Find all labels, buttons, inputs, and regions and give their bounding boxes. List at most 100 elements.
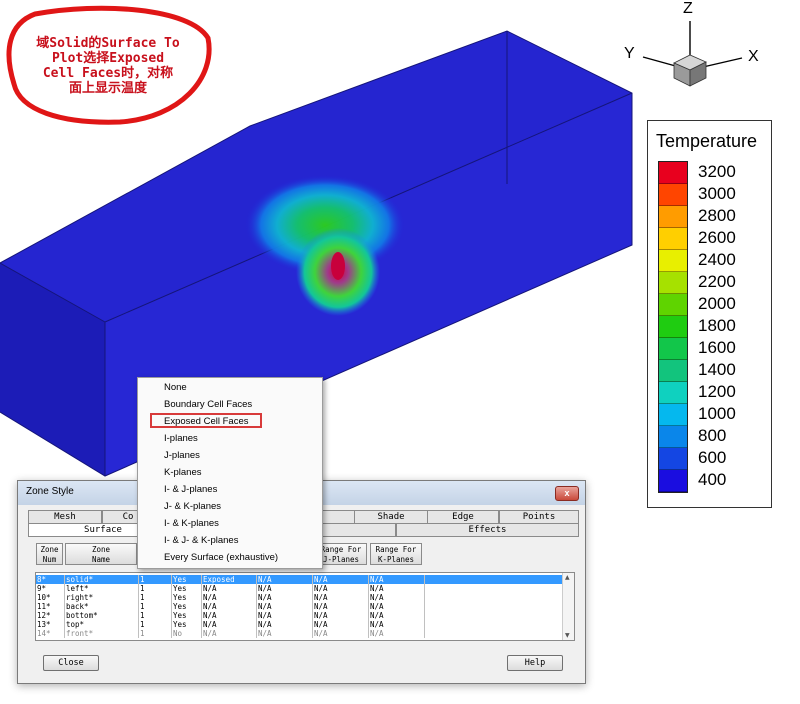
column-label: Name: [91, 555, 111, 564]
table-row[interactable]: 8* solid* 1 Yes Exposed N/A N/A N/A: [36, 575, 562, 584]
table-cell[interactable]: Yes: [172, 575, 202, 584]
column-label: Zone: [40, 545, 59, 554]
table-cell[interactable]: back*: [65, 602, 139, 611]
menu-item[interactable]: Every Surface (exhaustive): [164, 552, 278, 563]
zone-table[interactable]: 8* solid* 1 Yes Exposed N/A N/A N/A 9* left* 1 Yes N…: [35, 572, 575, 641]
table-cell[interactable]: Exposed: [202, 575, 257, 584]
table-cell[interactable]: N/A: [257, 620, 313, 629]
table-scrollbar[interactable]: ▲ ▼: [562, 573, 574, 640]
tab-hidden[interactable]: [320, 510, 355, 524]
tab-shade[interactable]: Shade: [354, 510, 428, 524]
table-cell[interactable]: 1: [139, 602, 172, 611]
tab-hidden-2[interactable]: [320, 523, 396, 537]
annotation-line: Plot选择Exposed: [51, 51, 165, 66]
tab-mesh[interactable]: Mesh: [28, 510, 102, 524]
table-cell[interactable]: left*: [65, 584, 139, 593]
scroll-down-icon[interactable]: ▼: [565, 632, 570, 639]
table-cell[interactable]: solid*: [65, 575, 139, 584]
table-cell[interactable]: Yes: [172, 620, 202, 629]
table-cell[interactable]: N/A: [369, 593, 425, 602]
menu-item[interactable]: None: [164, 382, 187, 393]
table-cell[interactable]: Yes: [172, 584, 202, 593]
menu-item[interactable]: I- & K-planes: [164, 518, 219, 529]
menu-item[interactable]: K-planes: [164, 467, 202, 478]
table-row[interactable]: 14* front* 1 No N/A N/A N/A N/A: [36, 629, 562, 638]
table-row[interactable]: 13* top* 1 Yes N/A N/A N/A N/A: [36, 620, 562, 629]
table-row[interactable]: 9* left* 1 Yes N/A N/A N/A N/A: [36, 584, 562, 593]
close-button[interactable]: Close: [43, 655, 99, 671]
table-cell[interactable]: 1: [139, 629, 172, 638]
table-cell[interactable]: N/A: [369, 629, 425, 638]
table-cell[interactable]: N/A: [202, 593, 257, 602]
table-cell[interactable]: N/A: [313, 629, 369, 638]
legend-color-swatch: [659, 294, 687, 316]
legend-title: Temperature: [656, 131, 758, 151]
table-cell[interactable]: 13*: [36, 620, 65, 629]
temperature-legend[interactable]: Temperature 3200 3000 2800 2600 2400 2200 2000…: [647, 120, 772, 508]
table-cell[interactable]: 1: [139, 584, 172, 593]
table-cell[interactable]: N/A: [313, 611, 369, 620]
table-cell[interactable]: No: [172, 629, 202, 638]
legend-color-swatch: [659, 162, 687, 184]
table-cell[interactable]: N/A: [257, 575, 313, 584]
table-cell[interactable]: N/A: [202, 620, 257, 629]
table-cell[interactable]: N/A: [257, 629, 313, 638]
table-cell[interactable]: 9*: [36, 584, 65, 593]
table-cell[interactable]: N/A: [257, 602, 313, 611]
table-cell[interactable]: 1: [139, 593, 172, 602]
menu-item[interactable]: I- & J- & K-planes: [164, 535, 238, 546]
table-cell[interactable]: Yes: [172, 611, 202, 620]
table-cell[interactable]: bottom*: [65, 611, 139, 620]
table-cell[interactable]: front*: [65, 629, 139, 638]
column-zone-name[interactable]: Zone Name: [65, 543, 137, 565]
table-cell[interactable]: 12*: [36, 611, 65, 620]
table-cell[interactable]: 14*: [36, 629, 65, 638]
table-cell[interactable]: Yes: [172, 602, 202, 611]
table-row[interactable]: 11* back* 1 Yes N/A N/A N/A N/A: [36, 602, 562, 611]
table-row[interactable]: 12* bottom* 1 Yes N/A N/A N/A N/A: [36, 611, 562, 620]
table-cell[interactable]: N/A: [369, 575, 425, 584]
tab-edge[interactable]: Edge: [427, 510, 499, 524]
menu-item[interactable]: J-planes: [164, 450, 200, 461]
table-cell[interactable]: N/A: [313, 584, 369, 593]
help-button[interactable]: Help: [507, 655, 563, 671]
table-cell[interactable]: 8*: [36, 575, 65, 584]
table-row[interactable]: 10* right* 1 Yes N/A N/A N/A N/A: [36, 593, 562, 602]
table-cell[interactable]: N/A: [202, 629, 257, 638]
table-cell[interactable]: N/A: [257, 584, 313, 593]
close-icon[interactable]: x: [555, 486, 579, 501]
menu-item[interactable]: I-planes: [164, 433, 198, 444]
table-cell[interactable]: N/A: [257, 593, 313, 602]
table-cell[interactable]: N/A: [369, 611, 425, 620]
column-label: Zone: [91, 545, 111, 554]
table-cell[interactable]: N/A: [369, 620, 425, 629]
table-cell[interactable]: 1: [139, 620, 172, 629]
table-cell[interactable]: N/A: [313, 575, 369, 584]
table-cell[interactable]: N/A: [202, 602, 257, 611]
table-cell[interactable]: N/A: [313, 593, 369, 602]
table-cell[interactable]: N/A: [313, 602, 369, 611]
column-zone-num[interactable]: Zone Num: [36, 543, 63, 565]
scroll-up-icon[interactable]: ▲: [565, 574, 570, 581]
column-range-k-planes[interactable]: Range For K-Planes: [370, 543, 422, 565]
table-cell[interactable]: N/A: [313, 620, 369, 629]
column-label: Range For: [375, 545, 417, 554]
table-cell[interactable]: 1: [139, 611, 172, 620]
table-cell[interactable]: N/A: [369, 602, 425, 611]
table-cell[interactable]: 11*: [36, 602, 65, 611]
tab-effects[interactable]: Effects: [396, 523, 579, 537]
table-cell[interactable]: right*: [65, 593, 139, 602]
menu-item[interactable]: J- & K-planes: [164, 501, 221, 512]
menu-item[interactable]: Boundary Cell Faces: [164, 399, 252, 410]
table-cell[interactable]: Yes: [172, 593, 202, 602]
tab-points[interactable]: Points: [499, 510, 579, 524]
table-cell[interactable]: N/A: [257, 611, 313, 620]
table-cell[interactable]: N/A: [369, 584, 425, 593]
table-cell[interactable]: top*: [65, 620, 139, 629]
table-cell[interactable]: N/A: [202, 611, 257, 620]
table-cell[interactable]: 10*: [36, 593, 65, 602]
table-cell[interactable]: N/A: [202, 584, 257, 593]
legend-label: 2800: [698, 206, 736, 225]
table-cell[interactable]: 1: [139, 575, 172, 584]
menu-item[interactable]: I- & J-planes: [164, 484, 217, 495]
